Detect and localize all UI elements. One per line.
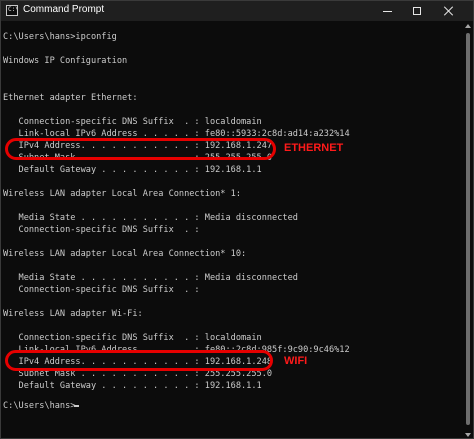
console-line: C:\Users\hans>ipconfig [3, 32, 117, 42]
console-line: Default Gateway . . . . . . . . . : 192.… [3, 165, 262, 175]
command-prompt-window: C:\ Command Prompt C:\Users\hans>ipconfi… [0, 0, 474, 439]
console-line: Wireless LAN adapter Wi-Fi: [3, 309, 143, 319]
title-bar[interactable]: C:\ Command Prompt [1, 1, 473, 21]
close-button[interactable] [435, 1, 463, 21]
maximize-button[interactable] [403, 1, 431, 21]
console-output[interactable]: C:\Users\hans>ipconfig Windows IP Config… [1, 21, 463, 438]
wifi-gateway-highlight [5, 350, 273, 371]
console-line: Connection-specific DNS Suffix . : local… [3, 117, 262, 127]
minimize-icon [382, 10, 392, 12]
ethernet-annotation-label: ETHERNET [284, 142, 344, 154]
console-line: Connection-specific DNS Suffix . : [3, 285, 200, 295]
wifi-annotation-label: WIFI [284, 355, 308, 367]
text-cursor [74, 405, 79, 407]
console-line: Windows IP Configuration [3, 56, 128, 66]
terminal-icon: C:\ [6, 5, 18, 16]
window-title: Command Prompt [23, 4, 105, 15]
console-prompt-line: C:\Users\hans> [3, 401, 76, 411]
console-line: Ethernet adapter Ethernet: [3, 93, 138, 103]
console-line: Media State . . . . . . . . . . . : Medi… [3, 213, 298, 223]
console-line: Wireless LAN adapter Local Area Connecti… [3, 249, 247, 259]
console-line: Connection-specific DNS Suffix . : local… [3, 333, 262, 343]
console-line: Wireless LAN adapter Local Area Connecti… [3, 189, 241, 199]
maximize-icon [413, 7, 421, 15]
scroll-up-arrow-icon[interactable] [465, 24, 471, 28]
minimize-button[interactable] [373, 1, 401, 21]
console-line: Default Gateway . . . . . . . . . : 192.… [3, 381, 262, 391]
ethernet-gateway-highlight [5, 138, 276, 160]
scroll-down-arrow-icon[interactable] [465, 433, 471, 437]
vertical-scrollbar[interactable] [463, 21, 473, 438]
console-line: Connection-specific DNS Suffix . : [3, 225, 200, 235]
scrollbar-thumb[interactable] [466, 33, 470, 425]
close-icon [444, 6, 454, 16]
console-line: Media State . . . . . . . . . . . : Medi… [3, 273, 298, 283]
